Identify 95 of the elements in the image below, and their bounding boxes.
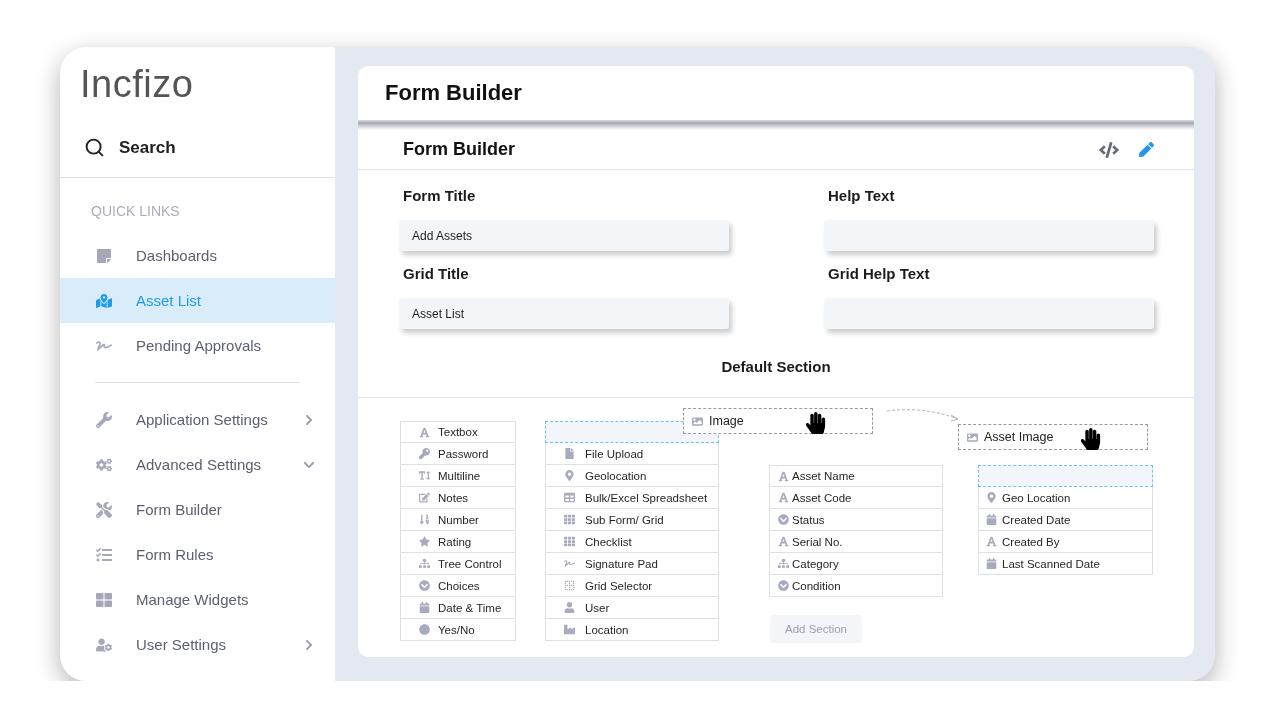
file-icon: [563, 448, 575, 459]
form-field-item[interactable]: Category: [769, 553, 943, 575]
field-type-item[interactable]: File Upload: [545, 443, 719, 465]
field-type-item[interactable]: Signature Pad: [545, 553, 719, 575]
field-type-item[interactable]: Number: [400, 509, 516, 531]
field-type-item[interactable]: Yes/No: [400, 619, 516, 641]
field-type-item[interactable]: Date & Time: [400, 597, 516, 619]
sitemap-icon: [418, 558, 430, 569]
dotted-grid-icon: [563, 580, 575, 591]
note-pencil-icon: [418, 492, 430, 503]
sitemap-icon: [777, 558, 789, 569]
star-icon: [418, 536, 430, 547]
field-type-item[interactable]: Checklist: [545, 531, 719, 553]
quick-links-heading: QUICK LINKS: [91, 202, 180, 220]
field-label: Help Text: [828, 186, 895, 206]
hand-icon: [805, 412, 826, 434]
input-field[interactable]: [824, 298, 1154, 329]
search-button[interactable]: Search: [84, 137, 176, 158]
checklist-icon: [96, 546, 112, 563]
form-field-item[interactable]: Status: [769, 509, 943, 531]
key-icon: [418, 448, 430, 459]
calendar-icon: [418, 602, 430, 613]
page-title: Form Builder: [384, 79, 523, 107]
field-type-item[interactable]: Choices: [400, 575, 516, 597]
calendar-icon: [985, 558, 997, 569]
input-field[interactable]: Add Assets: [399, 220, 729, 251]
field-type-item[interactable]: Multiline: [400, 465, 516, 487]
code-icon[interactable]: [1099, 141, 1119, 158]
form-field-item[interactable]: Created Date: [978, 509, 1153, 531]
gears-icon: [96, 456, 112, 473]
signature-icon: [563, 558, 575, 569]
field-type-item[interactable]: Grid Selector: [545, 575, 719, 597]
sidebar-item[interactable]: User Settings: [60, 622, 335, 667]
dragged-field[interactable]: Image: [683, 408, 873, 434]
form-field-item[interactable]: Asset Name: [769, 465, 943, 487]
form-field-item[interactable]: Condition: [769, 575, 943, 597]
image-icon: [967, 431, 978, 443]
logo: Incfizo: [80, 63, 194, 105]
section-title: Form Builder: [403, 139, 515, 160]
sidebar-item[interactable]: Pending Approvals: [60, 323, 335, 368]
factory-icon: [563, 624, 575, 635]
sidebar-item[interactable]: Application Settings: [60, 397, 335, 442]
field-type-item[interactable]: Sub Form/ Grid: [545, 509, 719, 531]
pencil-icon[interactable]: [1139, 142, 1154, 157]
field-type-item[interactable]: Tree Control: [400, 553, 516, 575]
field-label: Grid Help Text: [828, 264, 930, 284]
form-field-item[interactable]: Serial No.: [769, 531, 943, 553]
input-field[interactable]: Asset List: [399, 298, 729, 329]
field-type-item[interactable]: Geolocation: [545, 465, 719, 487]
font-icon: [777, 536, 789, 547]
map-pin-icon: [985, 492, 997, 503]
field-type-item[interactable]: User: [545, 597, 719, 619]
map-icon: [96, 292, 112, 309]
wrench-icon: [96, 411, 112, 428]
search-icon: [84, 137, 105, 158]
text-height-icon: [418, 470, 430, 481]
calendar-icon: [985, 514, 997, 525]
field-type-item[interactable]: Password: [400, 443, 516, 465]
field-type-item[interactable]: Rating: [400, 531, 516, 553]
grid-icon: [96, 591, 112, 608]
field-label: Form Title: [403, 186, 476, 206]
field-type-item[interactable]: Notes: [400, 487, 516, 509]
chevron-right-icon[interactable]: [303, 638, 315, 651]
sidebar-item[interactable]: Advanced Settings: [60, 442, 335, 487]
hand-icon: [1080, 428, 1101, 450]
user-gear-icon: [96, 636, 112, 653]
input-field[interactable]: [824, 220, 1154, 251]
map-pin-icon: [563, 470, 575, 481]
font-icon: [985, 536, 997, 547]
user-icon: [563, 602, 575, 613]
sort-numeric-icon: [418, 514, 430, 525]
font-icon: [777, 492, 789, 503]
form-field-item[interactable]: Geo Location: [978, 487, 1153, 509]
sticky-note-icon: [96, 247, 112, 264]
field-type-item[interactable]: Bulk/Excel Spreadsheet: [545, 487, 719, 509]
dragged-field[interactable]: Asset Image: [958, 424, 1148, 450]
font-icon: [418, 426, 430, 438]
form-field-item[interactable]: Asset Code: [769, 487, 943, 509]
table-icon: [563, 492, 575, 503]
grid-icon: [563, 536, 575, 547]
image-icon: [692, 415, 703, 427]
sidebar-item[interactable]: Form Rules: [60, 532, 335, 577]
tools-icon: [96, 501, 112, 518]
field-type-item[interactable]: Textbox: [400, 421, 516, 443]
sidebar-item[interactable]: Manage Widgets: [60, 577, 335, 622]
field-type-item[interactable]: Location: [545, 619, 719, 641]
font-icon: [777, 470, 789, 482]
grid-icon: [563, 514, 575, 525]
form-field-item[interactable]: Created By: [978, 531, 1153, 553]
section-heading: Default Section: [721, 357, 831, 377]
chevron-right-icon[interactable]: [303, 413, 315, 426]
form-field-item[interactable]: Last Scanned Date: [978, 553, 1153, 575]
sidebar-item[interactable]: Form Builder: [60, 487, 335, 532]
field-label: Grid Title: [403, 264, 469, 284]
sidebar-item[interactable]: Dashboards: [60, 233, 335, 278]
